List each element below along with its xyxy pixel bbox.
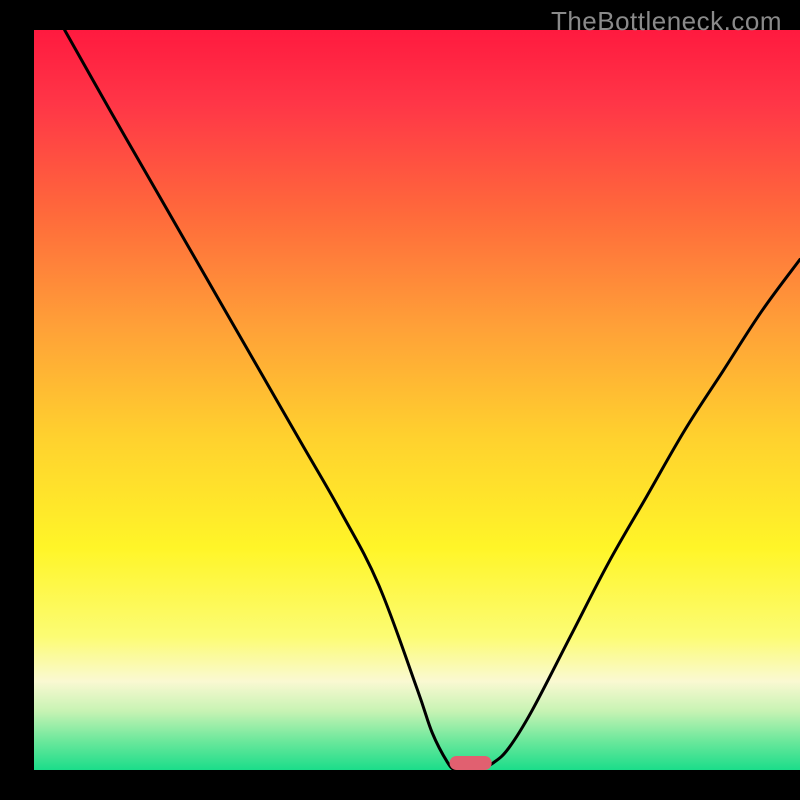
plot-background (34, 30, 800, 770)
watermark-text: TheBottleneck.com (551, 6, 782, 37)
trough-marker (450, 756, 492, 770)
chart-frame: TheBottleneck.com (0, 0, 800, 800)
bottleneck-chart (0, 0, 800, 800)
